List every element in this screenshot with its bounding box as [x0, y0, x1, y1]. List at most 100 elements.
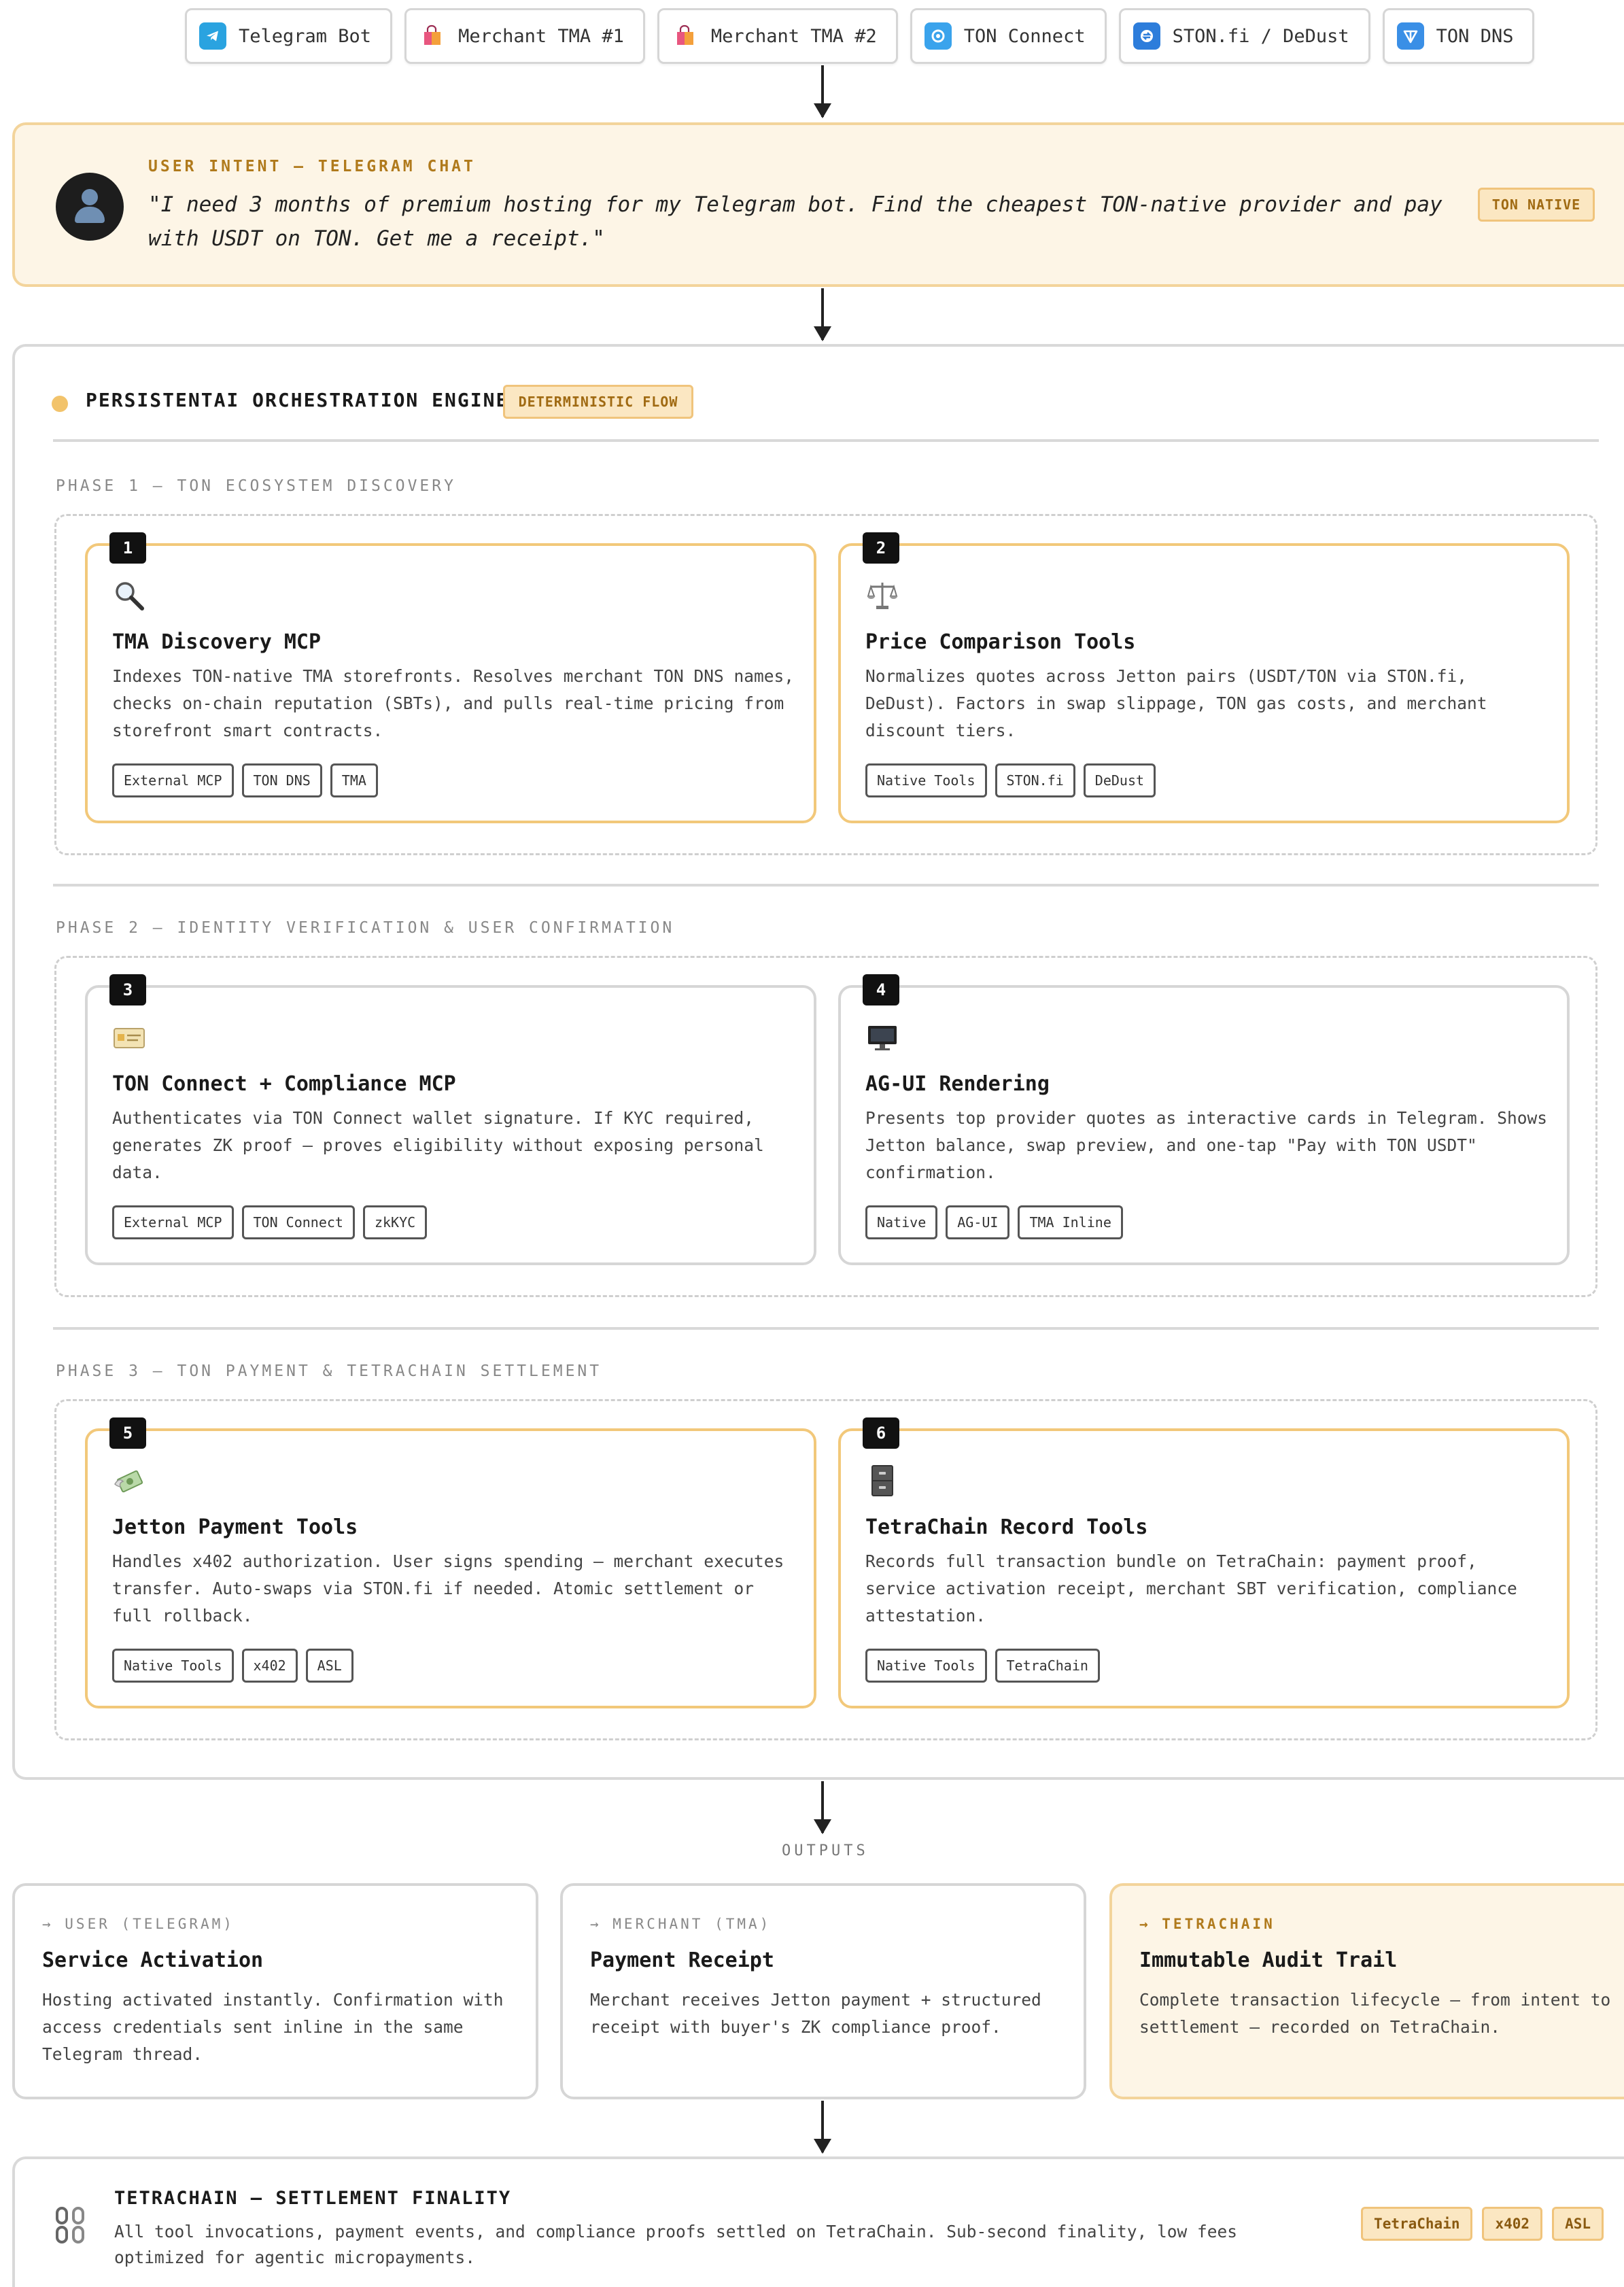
chip-label: Telegram Bot	[239, 25, 372, 47]
chip-label: STON.fi / DeDust	[1172, 25, 1349, 47]
phase-2-label: PHASE 2 — IDENTITY VERIFICATION & USER C…	[56, 919, 675, 937]
step-number: 5	[109, 1417, 146, 1449]
chip-ston-dedust: STON.fi / DeDust	[1118, 8, 1370, 64]
tag: ASL	[1552, 2207, 1604, 2241]
phase-3-label: PHASE 3 — TON PAYMENT & TETRACHAIN SETTL…	[56, 1362, 602, 1380]
card-description: Normalizes quotes across Jetton pairs (U…	[865, 666, 1487, 740]
flow-arrow	[814, 288, 831, 341]
chip-telegram-bot: Telegram Bot	[185, 8, 393, 64]
step-card-4: 4 AG-UI Rendering Presents top provider …	[838, 974, 1570, 1265]
magnifier-icon	[116, 582, 144, 611]
shopping-bag-icon	[419, 22, 446, 50]
tag: TMA	[330, 763, 378, 797]
ton-diamond-icon	[1396, 22, 1424, 50]
integration-chips: Telegram Bot Merchant TMA #1 Merchant TM…	[185, 8, 1535, 64]
ton-native-badge: TON NATIVE	[1478, 188, 1595, 222]
card-title: TON Connect + Compliance MCP	[112, 1072, 456, 1096]
file-cabinet-icon	[871, 1465, 893, 1496]
tag: Native	[865, 1205, 938, 1239]
phase-2-group: 3 TON Connect + Compliance MCP Authentic…	[54, 956, 1597, 1297]
settlement-title: TETRACHAIN — SETTLEMENT FINALITY	[114, 2188, 512, 2209]
step-number: 6	[863, 1417, 899, 1449]
card-description: Records full transaction bundle on Tetra…	[865, 1551, 1517, 1626]
step-card-5: 5 Jetton Payment Tools Handles x402 auth…	[85, 1417, 816, 1708]
divider	[53, 439, 1599, 442]
card-title: AG-UI Rendering	[865, 1072, 1050, 1096]
settlement-finality-panel: TETRACHAIN — SETTLEMENT FINALITY All too…	[12, 2156, 1624, 2287]
tag: x402	[241, 1649, 298, 1683]
settlement-description: All tool invocations, payment events, an…	[114, 2222, 1238, 2267]
tag-list: Native Tools x402 ASL	[112, 1649, 353, 1683]
card-description: Authenticates via TON Connect wallet sig…	[112, 1108, 764, 1182]
user-intent-panel: USER INTENT — TELEGRAM CHAT "I need 3 mo…	[12, 122, 1624, 287]
phase-1-group: 1 TMA Discovery MCP Indexes TON-native T…	[54, 514, 1597, 855]
chip-merchant-tma-2: Merchant TMA #2	[657, 8, 898, 64]
step-number: 3	[109, 974, 146, 1005]
tag: TON DNS	[241, 763, 322, 797]
tag: TON Connect	[241, 1205, 355, 1239]
chip-ton-dns: TON DNS	[1382, 8, 1535, 64]
settlement-tags: TetraChain x402 ASL	[1361, 2207, 1604, 2241]
output-card-user: → USER (TELEGRAM) Service Activation Hos…	[12, 1883, 538, 2099]
output-card-tetrachain: → TETRACHAIN Immutable Audit Trail Compl…	[1109, 1883, 1624, 2099]
tag-list: Native AG-UI TMA Inline	[865, 1205, 1123, 1239]
card-description: Presents top provider quotes as interact…	[865, 1108, 1548, 1182]
tag: STON.fi	[995, 763, 1075, 797]
flow-arrow	[814, 1781, 831, 1834]
flow-arrow	[814, 2101, 831, 2154]
orchestration-engine: PERSISTENTAI ORCHESTRATION ENGINE DETERM…	[12, 344, 1624, 1780]
chip-label: TON DNS	[1436, 25, 1514, 47]
deterministic-flow-badge: DETERMINISTIC FLOW	[503, 385, 693, 419]
chip-label: TON Connect	[963, 25, 1086, 47]
telegram-icon	[199, 22, 226, 50]
card-description: Handles x402 authorization. User signs s…	[112, 1551, 784, 1626]
card-description: Indexes TON-native TMA storefronts. Reso…	[112, 666, 795, 740]
tag: ASL	[305, 1649, 353, 1683]
step-card-6: 6 TetraChain Record Tools Records full t…	[838, 1417, 1570, 1708]
tag: External MCP	[112, 1205, 234, 1239]
output-title: Payment Receipt	[590, 1948, 774, 1972]
user-avatar-icon	[56, 173, 124, 241]
step-card-3: 3 TON Connect + Compliance MCP Authentic…	[85, 974, 816, 1265]
phase-3-group: 5 Jetton Payment Tools Handles x402 auth…	[54, 1399, 1597, 1740]
intent-label: USER INTENT — TELEGRAM CHAT	[148, 158, 476, 175]
tag: External MCP	[112, 763, 234, 797]
flow-arrow	[814, 65, 831, 118]
tag: Native Tools	[865, 763, 987, 797]
phase-1-label: PHASE 1 — TON ECOSYSTEM DISCOVERY	[56, 477, 456, 495]
tag: Native Tools	[112, 1649, 234, 1683]
card-title: TetraChain Record Tools	[865, 1515, 1148, 1539]
scales-icon	[867, 583, 898, 609]
step-number: 1	[109, 532, 146, 564]
tag: TetraChain	[995, 1649, 1100, 1683]
step-number: 4	[863, 974, 899, 1005]
divider	[53, 1327, 1599, 1330]
chain-link-icon	[56, 2207, 84, 2243]
step-card-1: 1 TMA Discovery MCP Indexes TON-native T…	[85, 532, 816, 823]
tag-list: External MCP TON Connect zkKYC	[112, 1205, 428, 1239]
outputs-label: OUTPUTS	[782, 1842, 869, 1859]
ton-connect-icon	[924, 22, 952, 50]
tag: zkKYC	[362, 1205, 428, 1239]
output-label: → TETRACHAIN	[1139, 1916, 1275, 1932]
shopping-bag-icon	[672, 22, 699, 50]
chip-label: Merchant TMA #2	[710, 25, 877, 47]
tag: DeDust	[1083, 763, 1156, 797]
card-title: Price Comparison Tools	[865, 630, 1136, 654]
output-description: Hosting activated instantly. Confirmatio…	[42, 1990, 504, 2064]
intent-quote: "I need 3 months of premium hosting for …	[148, 192, 1442, 251]
card-title: Jetton Payment Tools	[112, 1515, 358, 1539]
output-label: → MERCHANT (TMA)	[590, 1916, 772, 1932]
id-card-icon	[114, 1028, 145, 1048]
tag-list: External MCP TON DNS TMA	[112, 763, 378, 797]
monitor-icon	[868, 1026, 897, 1050]
tag: TMA Inline	[1018, 1205, 1123, 1239]
tag: AG-UI	[946, 1205, 1010, 1239]
swap-icon	[1133, 22, 1160, 50]
step-number: 2	[863, 532, 899, 564]
output-description: Complete transaction lifecycle — from in…	[1139, 1990, 1611, 2037]
output-label: → USER (TELEGRAM)	[42, 1916, 235, 1932]
divider	[53, 884, 1599, 887]
engine-title: PERSISTENTAI ORCHESTRATION ENGINE	[86, 389, 509, 411]
chip-merchant-tma-1: Merchant TMA #1	[404, 8, 645, 64]
